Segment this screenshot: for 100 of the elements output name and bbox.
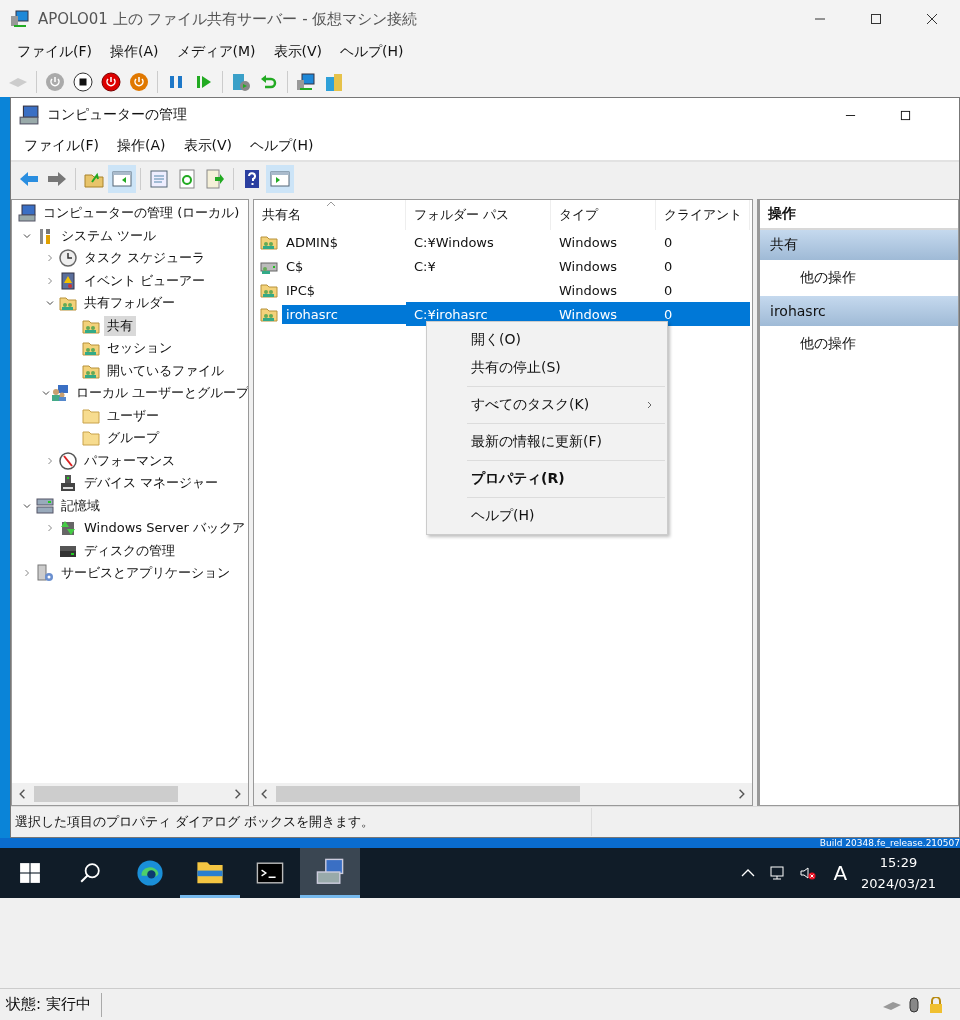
menu-item[interactable]: ファイル(F) bbox=[15, 137, 108, 155]
section-header[interactable]: irohasrc bbox=[760, 296, 958, 326]
shared-folder-icon bbox=[82, 339, 100, 358]
tree-item[interactable]: サービスとアプリケーション bbox=[58, 563, 233, 584]
tree-item[interactable]: Windows Server バックア bbox=[81, 518, 248, 539]
menu-item[interactable]: 表示(V) bbox=[264, 43, 332, 61]
tree-item[interactable]: ディスクの管理 bbox=[81, 540, 178, 561]
chevron-right-icon[interactable] bbox=[45, 275, 55, 286]
server-clock-icon[interactable] bbox=[231, 71, 251, 92]
stop-icon[interactable] bbox=[73, 71, 93, 92]
table-cell: Windows bbox=[559, 282, 618, 298]
pane-icon[interactable] bbox=[112, 169, 132, 189]
tree-item[interactable]: システム ツール bbox=[58, 225, 160, 246]
menu-item[interactable]: ヘルプ(H) bbox=[427, 502, 667, 530]
log-book-icon bbox=[59, 271, 77, 290]
chevron-right-icon[interactable] bbox=[22, 568, 32, 579]
monitor-icon[interactable] bbox=[296, 71, 316, 92]
menu-item[interactable]: メディア(M) bbox=[167, 43, 265, 61]
server-icon[interactable] bbox=[324, 71, 344, 92]
help-icon[interactable] bbox=[242, 169, 262, 189]
tree-item[interactable]: コンピューターの管理 (ローカル) bbox=[40, 203, 243, 224]
shared-folder-icon bbox=[260, 305, 278, 323]
tree-item[interactable]: セッション bbox=[104, 338, 175, 359]
shared-folder-icon bbox=[59, 294, 77, 313]
column-header[interactable]: タイプ bbox=[551, 200, 656, 230]
table-cell: 0 bbox=[664, 234, 673, 250]
refresh-icon[interactable] bbox=[177, 169, 197, 189]
shared-folder-icon bbox=[260, 233, 278, 251]
speaker-muted-icon[interactable] bbox=[800, 865, 817, 881]
menu-item[interactable]: ファイル(F) bbox=[8, 43, 101, 61]
share-name[interactable]: C$ bbox=[282, 256, 406, 276]
network-icon[interactable] bbox=[770, 865, 787, 881]
build-text: Build 20348.fe_release.210507 bbox=[819, 838, 960, 848]
tree-item[interactable]: 記憶域 bbox=[58, 495, 103, 516]
table-cell: Windows bbox=[559, 234, 618, 250]
tree-item[interactable]: 開いているファイル bbox=[104, 360, 227, 381]
menu-item[interactable]: 開く(O) bbox=[427, 326, 667, 354]
input-mode-indicator[interactable]: A bbox=[833, 861, 848, 885]
menu-item[interactable]: ヘルプ(H) bbox=[241, 137, 323, 155]
computer-icon bbox=[18, 204, 36, 223]
users-icon bbox=[51, 384, 69, 403]
close-icon[interactable] bbox=[926, 13, 938, 25]
chevron-right-icon[interactable] bbox=[45, 253, 55, 264]
shared-folder-icon bbox=[260, 281, 278, 299]
column-header[interactable]: フォルダー パス bbox=[406, 200, 551, 230]
share-name[interactable]: IPC$ bbox=[282, 280, 406, 300]
chevron-right-icon[interactable] bbox=[45, 523, 55, 534]
chevron-right-icon[interactable] bbox=[45, 455, 55, 466]
section-header[interactable]: 共有 bbox=[760, 230, 958, 260]
menu-item[interactable]: 操作(A) bbox=[108, 137, 175, 155]
menu-item[interactable]: すべてのタスク(K) bbox=[427, 391, 667, 419]
column-header[interactable]: 共有名 bbox=[254, 200, 406, 230]
pane-icon[interactable] bbox=[270, 169, 290, 189]
properties-icon[interactable] bbox=[149, 169, 169, 189]
share-name[interactable]: ADMIN$ bbox=[282, 232, 406, 252]
tree-item[interactable]: パフォーマンス bbox=[81, 450, 178, 471]
tree-item[interactable]: 共有 bbox=[104, 315, 136, 336]
menu-item[interactable]: プロパティ(R) bbox=[427, 465, 667, 493]
tree-item[interactable]: 共有フォルダー bbox=[81, 293, 178, 314]
export-list-icon[interactable] bbox=[205, 169, 225, 189]
action-link[interactable]: 他の操作 bbox=[760, 326, 958, 362]
menu-item[interactable]: 最新の情報に更新(F) bbox=[427, 428, 667, 456]
browser-icon bbox=[136, 859, 164, 887]
action-link[interactable]: 他の操作 bbox=[760, 260, 958, 296]
computer-icon bbox=[316, 857, 344, 886]
window-title: APOLO01 上の ファイル共有サーバー - 仮想マシン接続 bbox=[38, 9, 418, 29]
windows-logo-icon bbox=[19, 862, 41, 884]
clock-time[interactable]: 15:29 bbox=[879, 852, 918, 873]
horizontal-scrollbar[interactable] bbox=[12, 783, 248, 805]
table-cell: 0 bbox=[664, 258, 673, 274]
tree-item[interactable]: タスク スケジューラ bbox=[81, 248, 209, 269]
menu-item[interactable]: 表示(V) bbox=[174, 137, 241, 155]
table-cell: C:¥ bbox=[414, 258, 436, 274]
tree-item[interactable]: グループ bbox=[104, 428, 162, 449]
gauge-icon bbox=[59, 451, 77, 470]
menu-item[interactable]: 共有の停止(S) bbox=[427, 354, 667, 382]
folder-icon bbox=[82, 406, 100, 425]
column-header[interactable]: クライアント bbox=[656, 200, 750, 230]
device-icon bbox=[59, 474, 77, 493]
services-icon bbox=[36, 564, 54, 583]
maximize-icon[interactable] bbox=[870, 13, 882, 25]
back-arrow-icon[interactable] bbox=[19, 169, 39, 189]
tree-item[interactable]: ユーザー bbox=[104, 405, 162, 426]
computer-icon bbox=[19, 105, 39, 125]
table-cell: Windows bbox=[559, 258, 618, 274]
menu-item[interactable]: ヘルプ(H) bbox=[331, 43, 413, 61]
share-name[interactable]: irohasrc bbox=[282, 304, 406, 324]
clock-date[interactable]: 2024/03/21 bbox=[861, 873, 936, 894]
clock-icon bbox=[59, 249, 77, 268]
tree-item[interactable]: デバイス マネージャー bbox=[81, 473, 222, 494]
horizontal-scrollbar[interactable] bbox=[254, 783, 752, 805]
tree-item[interactable]: イベント ビューアー bbox=[81, 270, 209, 291]
table-cell: 0 bbox=[664, 306, 673, 322]
maximize-icon[interactable] bbox=[900, 109, 911, 121]
forward-arrow-icon[interactable] bbox=[47, 169, 67, 189]
window-title: コンピューターの管理 bbox=[47, 106, 187, 124]
power-icon[interactable] bbox=[101, 71, 121, 92]
status-text: 選択した項目のプロパティ ダイアログ ボックスを開きます。 bbox=[14, 813, 376, 831]
menu-item[interactable]: 操作(A) bbox=[101, 43, 168, 61]
backup-icon bbox=[59, 519, 77, 538]
